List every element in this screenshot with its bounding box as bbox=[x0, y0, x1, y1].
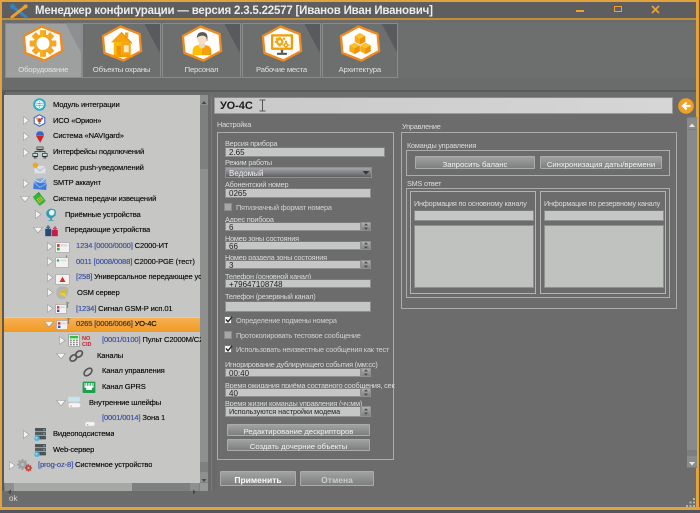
svg-text:CID: CID bbox=[82, 342, 92, 347]
